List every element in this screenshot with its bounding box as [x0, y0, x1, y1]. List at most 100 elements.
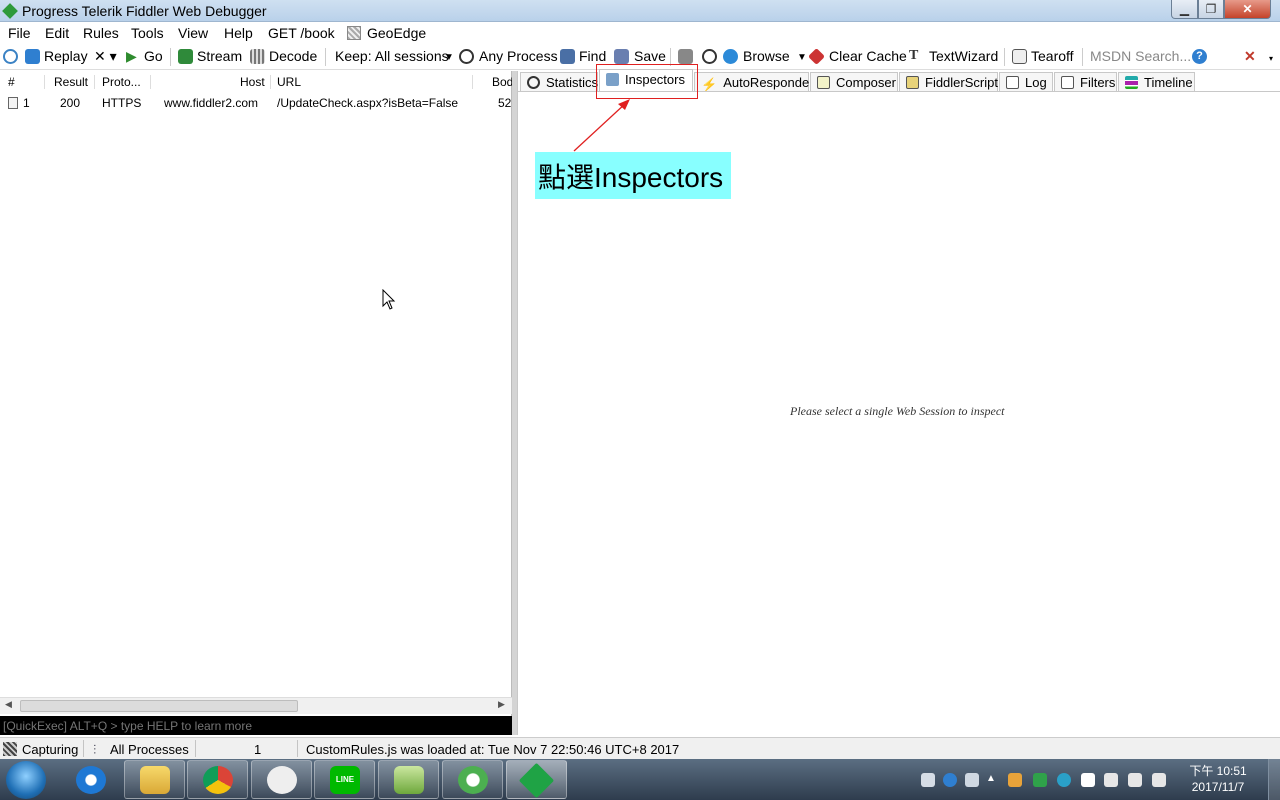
- scroll-left-icon[interactable]: ◀: [5, 699, 12, 710]
- stream-button[interactable]: Stream: [197, 48, 242, 64]
- toolbar-divider: [170, 48, 171, 66]
- taskbar-wechat[interactable]: [251, 760, 312, 799]
- go-button[interactable]: Go: [144, 48, 163, 64]
- scroll-right-icon[interactable]: ▶: [498, 699, 505, 710]
- quickexec-box[interactable]: [0, 716, 512, 735]
- tab-label: Composer: [836, 75, 896, 90]
- scrollbar-thumb[interactable]: [20, 700, 298, 712]
- column-divider[interactable]: [44, 75, 45, 89]
- column-divider[interactable]: [150, 75, 151, 89]
- lightning-icon: ⚡: [701, 77, 718, 92]
- sessions-list: # Result Proto... Host URL Bod 1 200 HTT…: [0, 71, 513, 716]
- taskbar-ie[interactable]: [60, 760, 121, 799]
- taskbar-chrome[interactable]: [187, 760, 248, 799]
- process-filter[interactable]: All Processes: [110, 742, 189, 757]
- camera-icon[interactable]: [678, 49, 693, 64]
- browse-button[interactable]: Browse: [743, 48, 790, 64]
- menu-geoedge[interactable]: GeoEdge: [367, 25, 426, 41]
- fiddler-icon: [518, 762, 555, 799]
- tab-fiddlerscript[interactable]: FiddlerScript: [899, 72, 998, 92]
- find-button[interactable]: Find: [579, 48, 606, 64]
- clear-cache-button[interactable]: Clear Cache: [829, 48, 907, 64]
- checkbox-icon: [1061, 76, 1074, 89]
- volume-icon[interactable]: [1152, 773, 1166, 787]
- column-divider[interactable]: [270, 75, 271, 89]
- msdn-search-input[interactable]: MSDN Search...: [1090, 48, 1191, 64]
- any-process-button[interactable]: Any Process: [479, 48, 558, 64]
- status-divider: [195, 740, 196, 757]
- column-header-body[interactable]: Bod: [492, 75, 513, 89]
- app-tray-icon[interactable]: [1008, 773, 1022, 787]
- close-toolbar-button[interactable]: ✕: [1244, 48, 1256, 65]
- session-protocol[interactable]: HTTPS: [102, 96, 141, 110]
- column-header-host[interactable]: Host: [240, 75, 265, 89]
- taskbar-line[interactable]: LINE: [314, 760, 375, 799]
- tray-expand-icon[interactable]: ▲: [986, 773, 996, 784]
- quickexec-input[interactable]: [3, 717, 503, 734]
- show-desktop-button[interactable]: [1268, 759, 1280, 800]
- tab-statistics[interactable]: Statistics: [520, 72, 598, 92]
- network-tray-icon[interactable]: [1128, 773, 1142, 787]
- ie-icon: [76, 766, 106, 794]
- chevron-down-icon[interactable]: ▼: [797, 52, 807, 63]
- column-divider[interactable]: [472, 75, 473, 89]
- column-header-protocol[interactable]: Proto...: [102, 75, 141, 89]
- toolbar-overflow-icon[interactable]: ▾: [1269, 54, 1273, 63]
- tab-log[interactable]: Log: [999, 72, 1053, 92]
- timer-icon[interactable]: [702, 49, 717, 64]
- column-header-url[interactable]: URL: [277, 75, 301, 89]
- session-url[interactable]: /UpdateCheck.aspx?isBeta=False: [277, 96, 458, 110]
- maximize-button[interactable]: ❐: [1198, 0, 1224, 19]
- tab-label: AutoResponder: [723, 75, 814, 90]
- taskbar-fiddler[interactable]: [506, 760, 567, 799]
- tab-label: Timeline: [1144, 75, 1193, 90]
- session-number[interactable]: 1: [23, 96, 30, 110]
- security-tray-icon[interactable]: [1033, 773, 1047, 787]
- pen-tray-icon[interactable]: [965, 773, 979, 787]
- stream-icon: [178, 49, 193, 64]
- column-header-number[interactable]: #: [8, 75, 15, 89]
- replay-button[interactable]: Replay: [44, 48, 88, 64]
- textwizard-button[interactable]: TextWizard: [929, 48, 998, 64]
- tab-filters[interactable]: Filters: [1054, 72, 1117, 92]
- session-result[interactable]: 200: [60, 96, 80, 110]
- e-tray-icon[interactable]: [1057, 773, 1071, 787]
- menu-help[interactable]: Help: [224, 25, 253, 41]
- session-host[interactable]: www.fiddler2.com: [164, 96, 258, 110]
- chrome-icon: [203, 766, 233, 794]
- keyboard-icon[interactable]: [921, 773, 935, 787]
- remove-button[interactable]: ✕ ▾: [94, 48, 117, 65]
- column-header-result[interactable]: Result: [54, 75, 88, 89]
- comment-icon[interactable]: [3, 49, 18, 64]
- menu-edit[interactable]: Edit: [45, 25, 69, 41]
- session-body-size[interactable]: 52: [498, 96, 511, 110]
- column-divider[interactable]: [94, 75, 95, 89]
- clock[interactable]: 下午 10:51 2017/11/7: [1180, 763, 1256, 795]
- start-button[interactable]: [6, 761, 46, 799]
- taskbar-notepad[interactable]: [378, 760, 439, 799]
- menu-tools[interactable]: Tools: [131, 25, 164, 41]
- close-window-button[interactable]: ✕: [1224, 0, 1271, 19]
- annotation-arrow: [573, 99, 630, 152]
- decode-button[interactable]: Decode: [269, 48, 317, 64]
- menu-rules[interactable]: Rules: [83, 25, 119, 41]
- keep-sessions-dropdown[interactable]: Keep: All sessions: [335, 48, 449, 64]
- tab-autoresponder[interactable]: ⚡ AutoResponder: [694, 72, 814, 92]
- tearoff-button[interactable]: Tearoff: [1031, 48, 1074, 64]
- menu-view[interactable]: View: [178, 25, 208, 41]
- menu-get-book[interactable]: GET /book: [268, 25, 335, 41]
- tab-composer[interactable]: Composer: [810, 72, 898, 92]
- minimize-button[interactable]: ▁: [1171, 0, 1198, 19]
- network-app-icon: [458, 766, 488, 794]
- device-tray-icon[interactable]: [1104, 773, 1118, 787]
- save-button[interactable]: Save: [634, 48, 666, 64]
- horizontal-scrollbar[interactable]: ◀ ▶: [0, 697, 512, 714]
- flag-icon[interactable]: [1081, 773, 1095, 787]
- taskbar-network[interactable]: [442, 760, 503, 799]
- taskbar-explorer[interactable]: [124, 760, 185, 799]
- help-tray-icon[interactable]: [943, 773, 957, 787]
- menu-file[interactable]: File: [8, 25, 31, 41]
- capturing-toggle[interactable]: Capturing: [22, 742, 78, 757]
- help-icon[interactable]: ?: [1192, 49, 1207, 64]
- tab-timeline[interactable]: Timeline: [1118, 72, 1195, 92]
